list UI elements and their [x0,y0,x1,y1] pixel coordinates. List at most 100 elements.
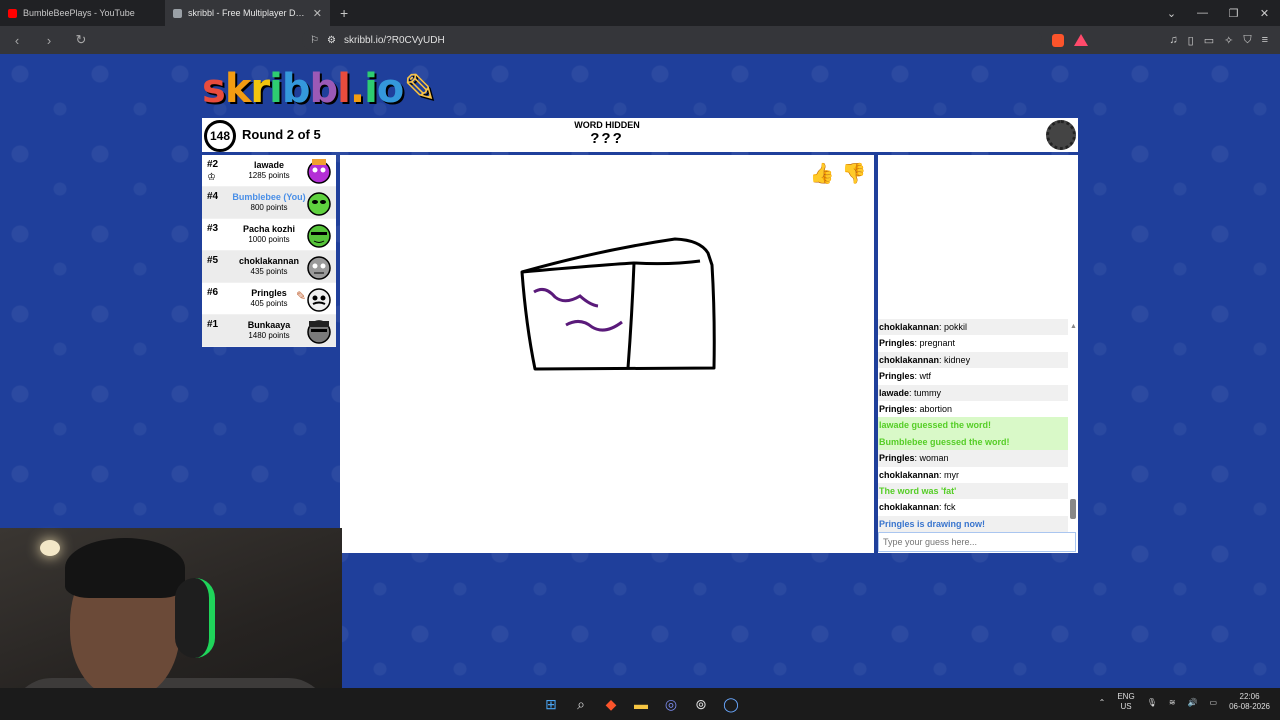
chat-text: myr [944,469,960,480]
microphone-icon[interactable]: 🎙 [1147,698,1157,707]
avatar [307,192,331,216]
player-name: Bumblebee (You) [232,192,306,202]
chat-text: tummy [914,387,942,398]
chat-text: woman [919,453,949,464]
chat-scrollbar[interactable]: ▲ [1070,323,1077,529]
logo-text: skribbl.io [202,66,405,112]
chat-message: The word was 'fat' [878,482,1068,500]
crown-icon: ♔ [207,172,216,183]
clock[interactable]: 22:06 06-08-2026 [1229,692,1270,712]
bookmark-icon[interactable]: ⚐ [310,35,319,46]
skribbl-tab-icon [173,8,182,18]
player-points: 435 points [250,267,288,276]
tab-search-icon[interactable]: ⌄ [1156,7,1187,20]
player-name: Bunkaaya [247,320,291,330]
scroll-up-icon[interactable]: ▲ [1070,323,1077,330]
vpn-icon[interactable]: ⛉ [1243,34,1251,47]
toolbar-extensions: ♫ ▯ ▭ ✧ ⛉ ≡ [1169,34,1274,47]
player-rank: #5 [207,255,219,266]
player-row[interactable]: #4 Bumblebee (You) 800 points [202,187,336,219]
site-info-icon[interactable]: ⚙ [327,35,336,46]
leo-icon[interactable]: ✧ [1224,34,1233,47]
logo-letter: l [337,66,351,112]
chat-text: Pringles is drawing now! [879,518,986,529]
guess-input[interactable] [878,532,1076,552]
drawing-pencil-icon: ✎ [295,289,306,303]
chat-messages: choklakannan: pokkil Pringles: pregnant ch… [878,319,1068,533]
player-rank: #6 [207,287,219,298]
address-bar[interactable]: ⚐ ⚙ skribbl.io/?R0CVyUDH [302,29,1042,51]
player-row[interactable]: #3 Pacha kozhi 1000 points [202,219,336,251]
restore-icon[interactable]: ❐ [1218,7,1249,20]
logo-letter: s [202,66,226,112]
language-indicator[interactable]: ENG US [1117,692,1134,712]
chat-author: lawade [879,387,910,398]
word-hint: ??? [590,130,624,147]
file-explorer-icon[interactable]: ▬ [631,694,651,714]
chat-panel: choklakannan: pokkil Pringles: pregnant ch… [878,155,1078,553]
chat-message: Bumblebee guessed the word! [878,433,1068,451]
chat-message: Pringles: wtf [879,371,932,382]
sidebar-icon[interactable]: ▯ [1188,34,1194,47]
player-row[interactable]: #6 Pringles 405 points ✎ [202,283,336,315]
avatar [307,159,331,184]
tab-youtube[interactable]: BumbleBeePlays - YouTube [0,0,165,26]
drawing [520,237,716,371]
avatar [307,288,331,312]
volume-icon[interactable]: 🔊 [1188,698,1198,707]
wallet-icon[interactable]: ▭ [1204,34,1214,47]
chat-text: The word was 'fat' [879,485,957,496]
tab-title: skribbl - Free Multiplayer Drawing [188,8,307,18]
player-row[interactable]: #5 choklakannan 435 points [202,251,336,283]
windows-taskbar: ⊞ ⌕ ◆ ▬ ◎ ⊚ ◯ ⌃ ENG US 🎙 ≋ 🔊 ▭ 22:06 06-… [0,688,1280,720]
browser-tabbar: BumbleBeePlays - YouTube skribbl - Free … [0,0,1280,26]
player-rank: #4 [207,191,219,202]
wifi-icon[interactable]: ≋ [1169,698,1176,707]
brave-rewards-icon[interactable] [1074,34,1088,46]
settings-gear-icon[interactable] [1046,120,1076,150]
menu-icon[interactable]: ≡ [1262,34,1268,47]
logo-letter: o [376,66,405,112]
chat-author: Pringles [879,338,915,349]
reload-icon[interactable]: ↻ [70,32,92,48]
chat-message: Pringles: pregnant [879,338,956,349]
clock-date: 06-08-2026 [1229,702,1270,711]
avatar [307,320,331,344]
player-row[interactable]: #2 ♔ lawade 1285 points [202,155,336,187]
close-tab-icon[interactable]: ✕ [313,7,322,20]
game-header: 148 Round 2 of 5 WORD HIDDEN ??? [202,118,1078,152]
tray-chevron-icon[interactable]: ⌃ [1099,698,1106,707]
drawing-canvas[interactable]: 👍 👎 [340,155,874,553]
brave-icon[interactable]: ◆ [601,694,621,714]
lang-bottom: US [1120,702,1132,711]
tab-skribbl[interactable]: skribbl - Free Multiplayer Drawing ✕ [165,0,330,26]
player-rank: #2 [207,159,219,170]
chat-text: pregnant [919,338,956,349]
clock-time: 22:06 [1239,692,1260,701]
app-icon[interactable]: ◯ [721,694,741,714]
media-icon[interactable]: ♫ [1169,34,1177,47]
chat-message: choklakannan: kidney [878,351,1068,369]
discord-icon[interactable]: ◎ [661,694,681,714]
chat-text: pokkil [944,322,968,332]
obs-icon[interactable]: ⊚ [691,694,711,714]
new-tab-button[interactable]: + [330,0,358,26]
minimize-icon[interactable]: — [1187,7,1218,19]
battery-icon[interactable]: ▭ [1210,698,1218,707]
player-row[interactable]: #1 Bunkaaya 1480 points [202,315,336,347]
scroll-thumb[interactable] [1070,499,1076,519]
brave-shields-icon[interactable] [1052,33,1064,47]
chat-author: choklakannan [879,502,940,513]
close-window-icon[interactable]: ✕ [1249,7,1280,20]
lamp [40,540,60,556]
back-icon[interactable]: ‹ [6,33,28,48]
chat-text: kidney [944,354,971,365]
skribbl-logo: skribbl.io✎ [202,66,437,112]
player-name: lawade [253,160,284,170]
search-icon[interactable]: ⌕ [571,694,591,714]
forward-icon[interactable]: › [38,33,60,48]
browser-toolbar: ‹ › ↻ ⚐ ⚙ skribbl.io/?R0CVyUDH ♫ ▯ ▭ ✧ ⛉… [0,26,1280,54]
logo-letter: r [250,66,270,112]
player-points: 1480 points [248,331,290,340]
windows-start-icon[interactable]: ⊞ [541,694,561,714]
